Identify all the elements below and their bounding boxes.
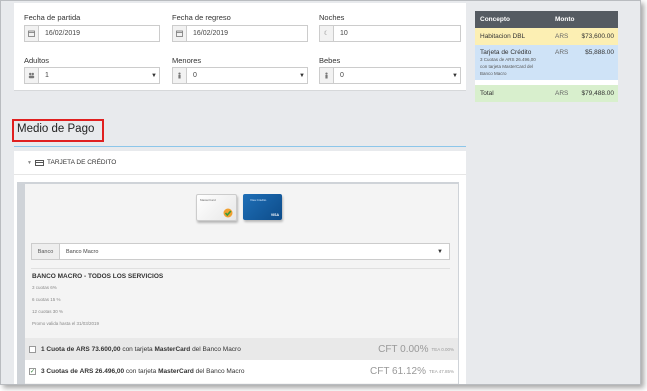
babies-select[interactable]: 0 ▼ [319, 67, 461, 84]
chevron-down-icon: ▼ [27, 159, 32, 166]
summary-header: Concepto Monto [475, 11, 618, 28]
chevron-down-icon: ▼ [452, 72, 458, 79]
cft-value: CFT 61.12% [370, 366, 426, 377]
return-date-field[interactable]: 16/02/2019 [172, 25, 308, 42]
mastercard-card-image[interactable]: MasterCard [196, 194, 237, 221]
price-summary-table: Concepto Monto Habitacion DBL ARS $73,60… [475, 11, 618, 102]
minors-label: Menores [172, 56, 202, 65]
adults-label: Adultos [24, 56, 50, 65]
bank-label: Banco [32, 244, 60, 259]
bank-value: Banco Macro [66, 248, 99, 255]
child-icon [173, 68, 187, 83]
nights-field[interactable]: ☾ 10 [319, 25, 461, 42]
summary-row-room: Habitacion DBL ARS $73,600.00 [475, 28, 618, 45]
card-amount: $5,888.00 [585, 49, 614, 56]
installment-option[interactable]: 1 Cuota de ARS 73.600,00 con tarjeta Mas… [25, 338, 458, 361]
screenshot-frame: Fecha de partida 16/02/2019 Fecha de reg… [0, 0, 641, 385]
moon-icon: ☾ [320, 26, 334, 41]
departure-date-field[interactable]: 16/02/2019 [24, 25, 160, 42]
tea-value: TEA 0.00% [431, 347, 454, 352]
card-currency: ARS [555, 49, 569, 56]
people-icon [25, 68, 39, 83]
visa-card-image[interactable]: Visa Crédito VISA [243, 194, 282, 220]
promo-validity: Promo valida hasta el 31/03/2019 [32, 321, 100, 326]
total-concept: Total [480, 90, 494, 97]
chevron-down-icon: ▼ [437, 248, 443, 255]
search-form: Fecha de partida 16/02/2019 Fecha de reg… [14, 3, 466, 91]
bank-select[interactable]: Banco Banco Macro ▼ [31, 243, 450, 260]
installment-text: 1 Cuota de ARS 73.600,00 con tarjeta Mas… [41, 346, 241, 353]
room-currency: ARS [555, 33, 569, 40]
calendar-icon [25, 26, 39, 41]
minors-value: 0 [193, 72, 197, 79]
section-divider [14, 146, 466, 147]
card-concept-detail-2: con tarjeta MasterCard del [480, 64, 534, 69]
payment-section-title: Medio de Pago [17, 123, 95, 135]
room-amount: $73,600.00 [581, 33, 614, 40]
return-label: Fecha de regreso [172, 13, 231, 22]
baby-icon [320, 68, 334, 83]
promo-line: 3 cuotas 6% [32, 285, 57, 290]
installment-text: 3 Cuotas de ARS 26.496,00 con tarjeta Ma… [41, 368, 245, 375]
return-date-value: 16/02/2019 [193, 30, 229, 37]
departure-date-value: 16/02/2019 [45, 30, 81, 37]
babies-value: 0 [340, 72, 344, 79]
adults-select[interactable]: 1 ▼ [24, 67, 160, 84]
promo-line: 12 cuotas 30 % [32, 309, 64, 314]
credit-card-icon [35, 159, 44, 166]
cft-value: CFT 0.00% [378, 344, 429, 355]
room-concept: Habitacion DBL [480, 33, 526, 40]
credit-card-method-label: TARJETA DE CRÉDITO [47, 159, 117, 166]
credit-card-method-header[interactable]: ▼ TARJETA DE CRÉDITO [14, 151, 466, 175]
departure-label: Fecha de partida [24, 13, 81, 22]
minors-select[interactable]: 0 ▼ [172, 67, 308, 84]
visa-logo: VISA [270, 213, 279, 217]
total-amount: $79,488.00 [581, 90, 614, 97]
chevron-down-icon: ▼ [299, 72, 305, 79]
tea-value: TEA 47.85% [428, 369, 454, 374]
card-concept: Tarjeta de Crédito [480, 49, 532, 56]
summary-row-total: Total ARS $79,488.00 [475, 85, 618, 102]
check-icon [223, 208, 233, 218]
card1-text: MasterCard [200, 198, 216, 202]
promo-line: 6 cuotas 15 % [32, 297, 61, 302]
amount-column-header: Monto [555, 16, 575, 23]
card-concept-detail-1: 3 Cuotas de ARS 26.496,00 [480, 57, 536, 62]
divider [31, 268, 450, 269]
adults-value: 1 [45, 72, 49, 79]
installment-checkbox[interactable] [29, 346, 36, 353]
calendar-icon [173, 26, 187, 41]
babies-label: Bebes [319, 56, 341, 65]
card2-text: Visa Crédito [250, 198, 267, 202]
chevron-down-icon: ▼ [151, 72, 157, 79]
card-concept-detail-3: Banco Macro [480, 71, 507, 76]
summary-row-credit-card: Tarjeta de Crédito 3 Cuotas de ARS 26.49… [475, 45, 618, 80]
installment-checkbox-checked[interactable]: ✓ [29, 368, 36, 375]
nights-value: 10 [340, 30, 348, 37]
nights-label: Noches [319, 13, 345, 22]
installment-option[interactable]: ✓ 3 Cuotas de ARS 26.496,00 con tarjeta … [25, 360, 458, 383]
concept-column-header: Concepto [480, 16, 510, 23]
promo-title: BANCO MACRO - TODOS LOS SERVICIOS [32, 273, 164, 280]
total-currency: ARS [555, 90, 569, 97]
